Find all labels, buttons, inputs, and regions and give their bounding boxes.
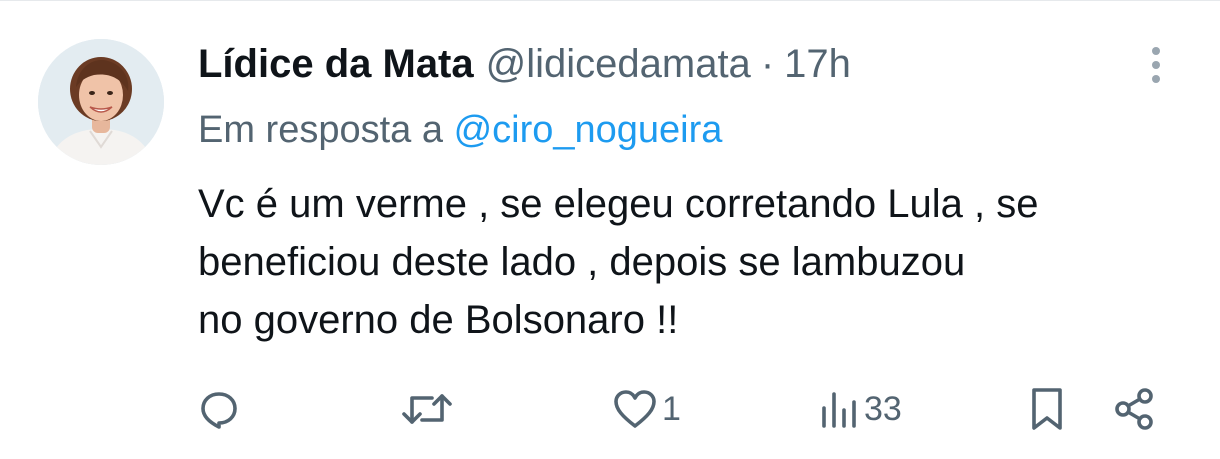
tweet[interactable]: Lídice da Mata @lidicedamata · 17h Em re…	[0, 0, 1220, 459]
retweet-icon	[402, 394, 452, 424]
share-button[interactable]	[1112, 381, 1158, 437]
user-handle[interactable]: @lidicedamata	[486, 39, 751, 89]
tweet-text-line: Vc é um verme , se elegeu corretando Lul…	[198, 182, 1039, 226]
bookmark-icon	[1032, 388, 1062, 430]
heart-icon	[614, 390, 656, 428]
tweet-text: Vc é um verme , se elegeu corretando Lul…	[198, 175, 1198, 349]
views-icon	[822, 392, 856, 428]
action-bar: 1 33	[0, 381, 1220, 437]
timestamp[interactable]: 17h	[784, 39, 851, 89]
reply-context: Em resposta a @ciro_nogueira	[198, 105, 722, 155]
reply-prefix: Em resposta a	[198, 109, 443, 151]
avatar[interactable]	[38, 39, 164, 165]
views-button[interactable]: 33	[818, 381, 902, 437]
reply-button[interactable]	[198, 381, 240, 437]
more-vertical-icon	[1152, 47, 1160, 83]
like-button[interactable]: 1	[612, 381, 681, 437]
like-count: 1	[662, 389, 681, 428]
separator-dot: ·	[760, 42, 775, 86]
bookmark-button[interactable]	[1028, 381, 1066, 437]
views-count: 33	[864, 389, 902, 428]
reply-icon	[201, 392, 237, 429]
tweet-header: Lídice da Mata @lidicedamata · 17h	[198, 39, 851, 89]
display-name[interactable]: Lídice da Mata	[198, 39, 474, 89]
retweet-button[interactable]	[400, 381, 454, 437]
reply-mention-link[interactable]: @ciro_nogueira	[454, 109, 723, 151]
share-icon	[1115, 388, 1153, 430]
more-options-button[interactable]	[1138, 45, 1174, 85]
tweet-text-line: beneficiou deste lado , depois se lambuz…	[198, 240, 966, 284]
tweet-text-line: no governo de Bolsonaro !!	[198, 298, 679, 342]
